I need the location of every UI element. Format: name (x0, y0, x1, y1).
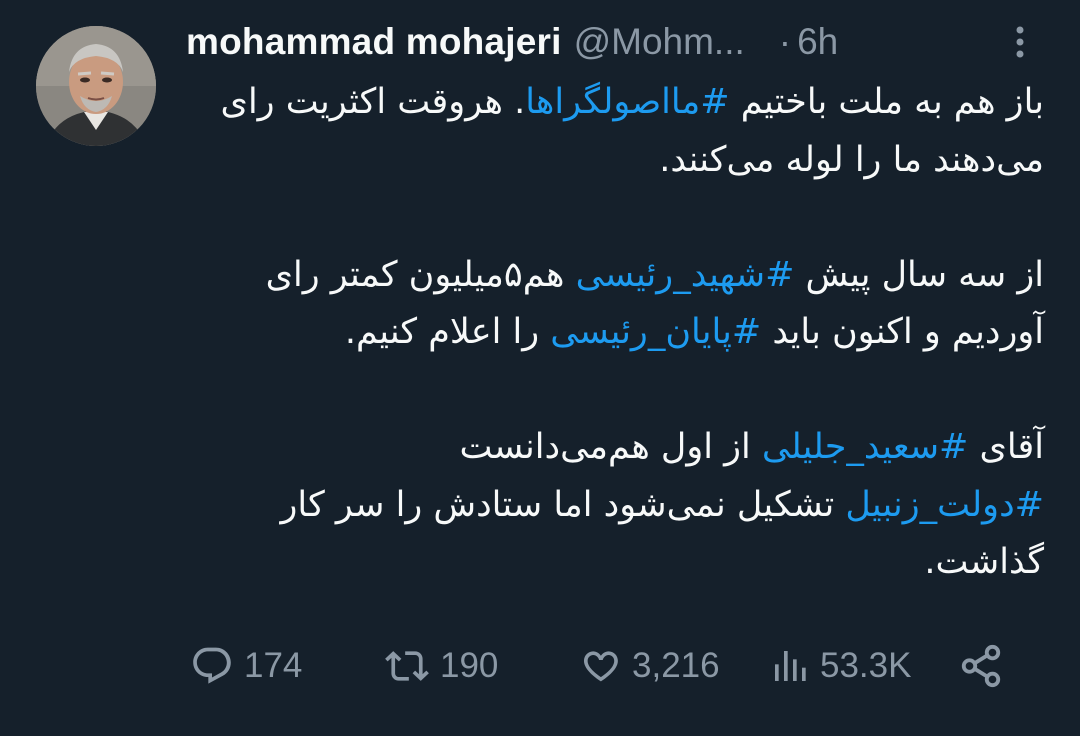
views-count: 53.3K (820, 646, 912, 685)
tweet-header: mohammad mohajeri @Mohm... · 6h (186, 14, 1046, 70)
tweet-text-segment: آقای (968, 427, 1044, 467)
heart-icon (583, 651, 618, 682)
tweet-text-segment: از سه سال پیش (794, 254, 1044, 295)
tweet-paragraph-1: باز هم به ملت باختیم #مااصولگراها. هروقت… (186, 74, 1044, 189)
tweet-actions-bar: 174 190 3,216 53.3K (186, 636, 1046, 696)
like-count: 3,216 (632, 646, 720, 685)
tweet-text-segment: را اعلام کنیم. (344, 312, 551, 352)
retweet-icon (385, 651, 429, 681)
tweet-text-segment: باز هم به ملت باختیم (729, 82, 1044, 122)
hashtag-link[interactable]: #شهید_رئیسی (576, 255, 795, 295)
tweet-timestamp[interactable]: 6h (797, 21, 838, 63)
vertical-ellipsis-icon (1016, 26, 1024, 58)
profile-photo-icon (36, 26, 156, 146)
tweet-paragraph-2: از سه سال پیش #شهید_رئیسی هم۵میلیون کمتر… (186, 247, 1044, 362)
tweet-paragraph-3: آقای #سعید_جلیلی از اول هم‌می‌دانست #دولت… (186, 419, 1045, 592)
retweet-count: 190 (440, 646, 499, 685)
retweet-button[interactable]: 190 (384, 636, 498, 696)
reply-icon (193, 647, 231, 684)
author-display-name[interactable]: mohammad mohajeri (186, 21, 562, 63)
reply-button[interactable]: 174 (190, 636, 302, 696)
hashtag-link[interactable]: #مااصولگراها (525, 82, 729, 122)
separator-dot: · (778, 21, 792, 62)
views-button[interactable]: 53.3K (770, 636, 911, 696)
hashtag-link[interactable]: #دولت_زنبیل (845, 485, 1044, 525)
tweet-text: باز هم به ملت باختیم #مااصولگراها. هروقت… (186, 74, 1044, 592)
share-button[interactable] (958, 636, 1004, 696)
like-button[interactable]: 3,216 (578, 636, 720, 696)
avatar[interactable] (36, 26, 156, 146)
share-icon (961, 644, 1001, 688)
author-handle[interactable]: @Mohm... (574, 21, 745, 63)
tweet-text-segment: از اول هم‌می‌دانست (459, 427, 762, 467)
reply-count: 174 (244, 646, 303, 685)
hashtag-link[interactable]: #پایان_رئیسی (550, 312, 761, 352)
views-bar-chart-icon (775, 651, 806, 681)
hashtag-link[interactable]: #سعید_جلیلی (762, 427, 969, 467)
more-options-button[interactable] (1000, 14, 1040, 70)
